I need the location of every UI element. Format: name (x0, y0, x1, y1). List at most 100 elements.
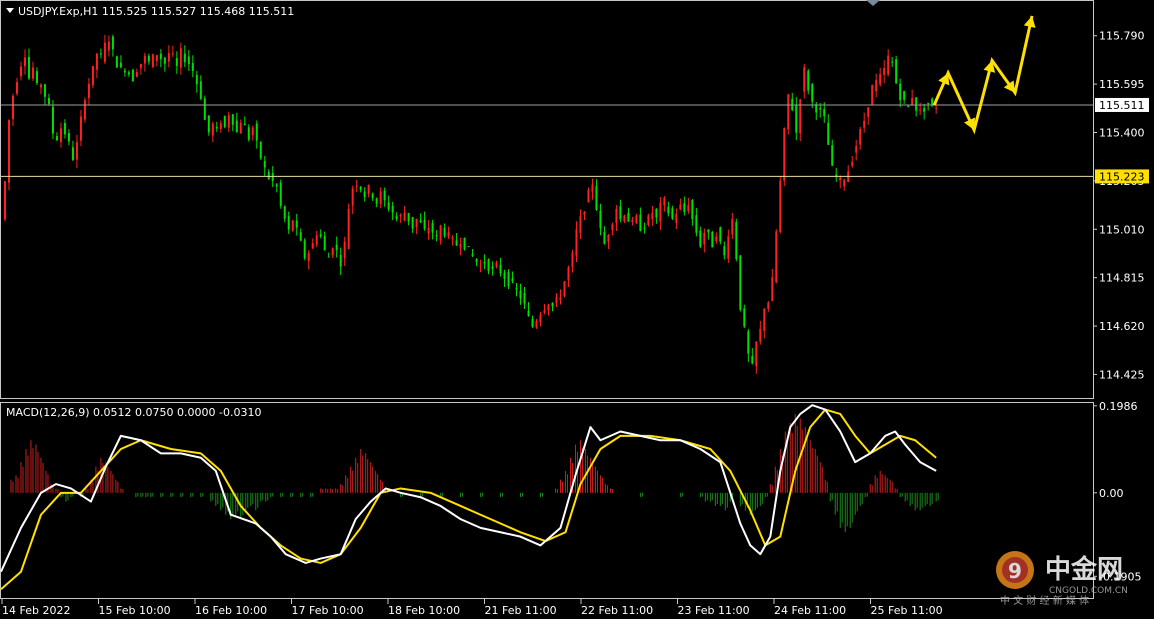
candle-body (851, 161, 854, 166)
candle-body (811, 84, 814, 102)
candle-body (519, 290, 522, 299)
candle-body (319, 234, 322, 237)
candle-body (247, 127, 250, 140)
candle-body (423, 219, 426, 229)
candle-body (331, 248, 334, 256)
candle-body (119, 62, 122, 68)
candle-body (223, 116, 226, 127)
candle-body (163, 57, 166, 64)
candle-body (15, 82, 18, 94)
price-tick-label: 115.010 (1099, 223, 1145, 236)
candle-body (99, 53, 102, 55)
candle-body (607, 235, 610, 242)
candle-body (383, 190, 386, 201)
candle-body (647, 215, 650, 226)
candle-body (187, 56, 190, 65)
candle-body (883, 68, 886, 75)
candle-body (307, 253, 310, 262)
candle-body (47, 97, 50, 104)
candle-body (107, 41, 110, 51)
candle-body (31, 67, 34, 79)
candle-body (147, 55, 150, 62)
candle-body (179, 48, 182, 68)
candle-body (623, 215, 626, 222)
candle-body (827, 122, 830, 145)
candle-body (351, 188, 354, 206)
candle-body (779, 180, 782, 232)
candle-body (67, 133, 70, 142)
candle-body (291, 220, 294, 231)
brand-tagline: 中 文 财 经 新 媒 体 (1000, 594, 1089, 607)
candle-body (751, 356, 754, 364)
candle-body (863, 120, 866, 128)
candle-body (915, 97, 918, 111)
candle-body (743, 308, 746, 327)
candle-body (275, 184, 278, 187)
candle-body (131, 70, 134, 82)
candle-body (295, 220, 298, 228)
candle-body (463, 237, 466, 250)
candle-body (887, 55, 890, 75)
candle-body (571, 252, 574, 267)
candle-body (603, 232, 606, 244)
candle-body (207, 115, 210, 133)
candle-body (335, 244, 338, 250)
candle-body (747, 331, 750, 354)
candle-body (615, 208, 618, 224)
price-tick-label: 114.620 (1099, 320, 1145, 333)
candle-body (479, 265, 482, 267)
candle-body (271, 172, 274, 181)
candle-body (631, 219, 634, 223)
candle-body (583, 211, 586, 215)
candle-body (43, 84, 46, 97)
candle-body (527, 310, 530, 316)
candle-body (103, 42, 106, 62)
candle-body (259, 141, 262, 159)
candle-body (347, 208, 350, 249)
price-chart[interactable]: 115.790115.595115.400115.205115.010114.8… (0, 0, 1154, 619)
time-tick-label: 18 Feb 10:00 (388, 604, 460, 617)
candle-body (111, 36, 114, 50)
candle-body (75, 142, 78, 160)
candle-body (39, 84, 42, 88)
logo-glyph: 9 (1008, 559, 1022, 583)
candle-body (755, 341, 758, 367)
candle-body (27, 56, 30, 79)
candle-body (591, 184, 594, 192)
candle-body (927, 102, 930, 104)
candle-body (683, 203, 686, 212)
candle-body (539, 314, 542, 323)
candle-body (679, 204, 682, 210)
price-tick-label: 115.790 (1099, 30, 1145, 43)
candle-body (723, 246, 726, 256)
candle-body (783, 128, 786, 181)
candle-body (923, 108, 926, 112)
candle-body (343, 241, 346, 259)
candle-body (203, 98, 206, 120)
candle-body (263, 160, 266, 168)
candle-body (411, 217, 414, 229)
candle-body (151, 54, 154, 68)
candle-body (871, 85, 874, 106)
candle-body (23, 57, 26, 67)
candle-body (87, 83, 90, 99)
candle-body (675, 213, 678, 223)
candle-body (415, 218, 418, 228)
candle-body (3, 181, 6, 220)
candle-body (839, 177, 842, 181)
candle-body (287, 216, 290, 230)
candle-body (243, 123, 246, 126)
candle-body (867, 107, 870, 117)
candle-body (651, 212, 654, 220)
candle-body (227, 115, 230, 128)
candle-body (567, 267, 570, 281)
candle-body (547, 304, 550, 311)
current-price-label: 115.511 (1099, 99, 1145, 112)
candle-body (443, 227, 446, 236)
candle-body (251, 127, 254, 136)
brand-cn: 中金网 (1045, 554, 1123, 585)
candle-body (727, 236, 730, 259)
candle-body (79, 116, 82, 141)
chart-background (0, 0, 1154, 619)
candle-body (363, 191, 366, 197)
